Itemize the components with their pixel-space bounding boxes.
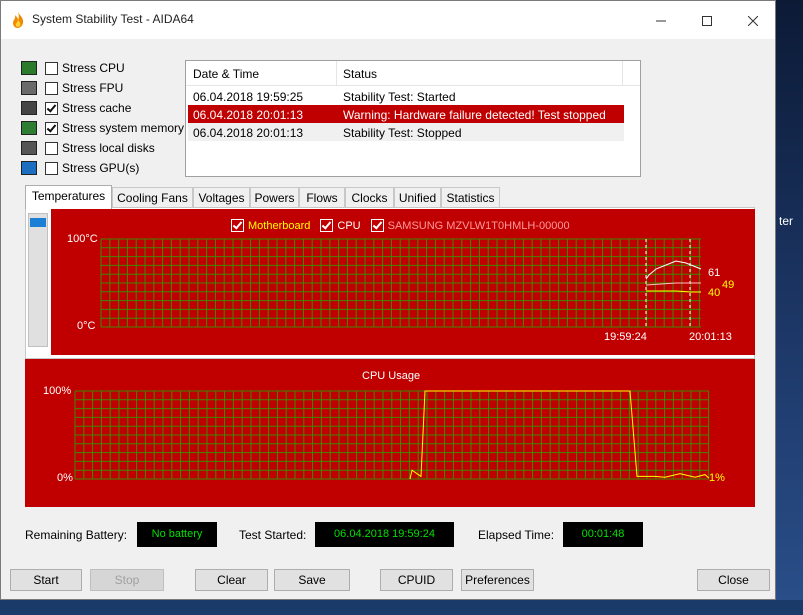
log-time-cell: 06.04.2018 20:01:13 bbox=[193, 126, 304, 140]
stress-checkbox[interactable] bbox=[45, 81, 58, 95]
window-title: System Stability Test - AIDA64 bbox=[32, 12, 194, 26]
log-time-cell: 06.04.2018 19:59:25 bbox=[193, 90, 304, 104]
aida64-stability-window: System Stability Test - AIDA64 Stress CP… bbox=[0, 0, 776, 600]
minimize-button[interactable] bbox=[638, 1, 684, 39]
desktop-text-fragment: ter bbox=[779, 214, 794, 228]
cpu-grid bbox=[74, 390, 710, 480]
stress-option-3[interactable]: Stress system memory bbox=[21, 119, 184, 137]
column-header-status[interactable]: Status bbox=[343, 67, 377, 81]
tab-cooling-fans[interactable]: Cooling Fans bbox=[112, 187, 193, 208]
preferences-button[interactable]: Preferences bbox=[461, 569, 534, 591]
close-icon bbox=[747, 15, 759, 27]
column-divider bbox=[336, 61, 337, 85]
stress-option-label: Stress cache bbox=[62, 101, 132, 115]
temperature-chart: Motherboard CPU SAMSUNG MZVLW1T0HMLH-00000… bbox=[51, 209, 755, 355]
desktop-taskbar-edge bbox=[0, 600, 803, 615]
stress-option-label: Stress local disks bbox=[62, 141, 155, 155]
stress-option-5[interactable]: Stress GPU(s) bbox=[21, 159, 139, 177]
minimize-icon bbox=[656, 20, 666, 22]
event-log-table[interactable]: Date & Time Status 06.04.2018 19:59:25 St… bbox=[185, 60, 641, 177]
close-window-button[interactable] bbox=[730, 1, 776, 39]
stress-checkbox[interactable] bbox=[45, 61, 58, 75]
cpu-usage-chart: CPU Usage 100% 0% 1% bbox=[25, 359, 755, 507]
cpu-chip-icon bbox=[21, 61, 37, 75]
disk-icon bbox=[21, 141, 37, 155]
cpuid-button[interactable]: CPUID bbox=[380, 569, 453, 591]
stress-option-label: Stress FPU bbox=[62, 81, 124, 95]
cache-icon bbox=[21, 101, 37, 115]
cpu-usage-plot bbox=[74, 390, 710, 480]
start-button[interactable]: Start bbox=[10, 569, 82, 591]
sensor-scrollbar[interactable] bbox=[28, 213, 48, 347]
scrollbar-thumb[interactable] bbox=[30, 218, 46, 227]
title-bar[interactable]: System Stability Test - AIDA64 bbox=[1, 1, 775, 39]
maximize-button[interactable] bbox=[684, 1, 730, 39]
stress-option-label: Stress CPU bbox=[62, 61, 125, 75]
stress-option-4[interactable]: Stress local disks bbox=[21, 139, 155, 157]
tab-flows[interactable]: Flows bbox=[299, 187, 345, 208]
stress-checkbox[interactable] bbox=[45, 121, 58, 135]
save-button[interactable]: Save bbox=[274, 569, 350, 591]
stress-option-1[interactable]: Stress FPU bbox=[21, 79, 123, 97]
stress-checkbox[interactable] bbox=[45, 101, 58, 115]
table-row[interactable]: 06.04.2018 20:01:13 Warning: Hardware fai… bbox=[188, 105, 624, 123]
log-header: Date & Time Status bbox=[186, 61, 640, 86]
stress-checkbox[interactable] bbox=[45, 141, 58, 155]
table-row[interactable]: 06.04.2018 20:01:13 Stability Test: Stopp… bbox=[188, 123, 624, 141]
log-time-cell: 06.04.2018 20:01:13 bbox=[193, 108, 304, 122]
stress-checkbox[interactable] bbox=[45, 161, 58, 175]
tab-voltages[interactable]: Voltages bbox=[193, 187, 250, 208]
table-row[interactable]: 06.04.2018 19:59:25 Stability Test: Start… bbox=[188, 87, 624, 105]
stress-option-0[interactable]: Stress CPU bbox=[21, 59, 125, 77]
column-header-datetime[interactable]: Date & Time bbox=[193, 67, 259, 81]
stress-option-label: Stress GPU(s) bbox=[62, 161, 140, 175]
stress-option-2[interactable]: Stress cache bbox=[21, 99, 131, 117]
tab-temperatures[interactable]: Temperatures bbox=[25, 185, 112, 209]
clear-button[interactable]: Clear bbox=[195, 569, 268, 591]
column-divider bbox=[622, 61, 623, 85]
memory-module-icon bbox=[21, 121, 37, 135]
log-status-cell: Stability Test: Stopped bbox=[343, 126, 462, 140]
temperature-plot bbox=[100, 238, 702, 328]
stop-button[interactable]: Stop bbox=[90, 569, 164, 591]
monitor-icon bbox=[21, 161, 37, 175]
tab-statistics[interactable]: Statistics bbox=[441, 187, 500, 208]
log-status-cell: Warning: Hardware failure detected! Test… bbox=[343, 108, 606, 122]
flame-icon bbox=[13, 12, 24, 28]
elapsed-time-value: 00:01:48 bbox=[563, 522, 643, 547]
battery-label: Remaining Battery: bbox=[25, 528, 128, 542]
log-status-cell: Stability Test: Started bbox=[343, 90, 456, 104]
tab-clocks[interactable]: Clocks bbox=[345, 187, 394, 208]
temperature-grid bbox=[100, 238, 701, 328]
stress-option-label: Stress system memory bbox=[62, 121, 185, 135]
tab-unified[interactable]: Unified bbox=[394, 187, 441, 208]
test-started-value: 06.04.2018 19:59:24 bbox=[315, 522, 454, 547]
elapsed-time-label: Elapsed Time: bbox=[478, 528, 555, 542]
battery-value: No battery bbox=[137, 522, 217, 547]
test-started-label: Test Started: bbox=[239, 528, 307, 542]
maximize-icon bbox=[702, 16, 712, 27]
desktop-background: ter bbox=[776, 0, 803, 615]
tab-powers[interactable]: Powers bbox=[250, 187, 299, 208]
fpu-icon bbox=[21, 81, 37, 95]
close-button[interactable]: Close bbox=[697, 569, 770, 591]
